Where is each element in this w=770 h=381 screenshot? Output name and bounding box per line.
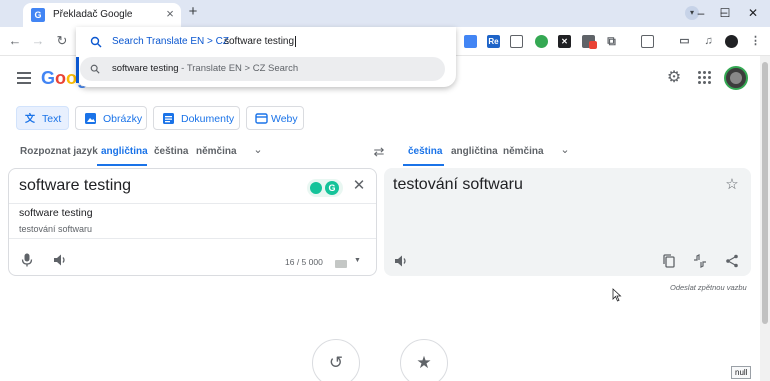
lang-source-english[interactable]: angličtina (101, 146, 148, 157)
extension-x-icon[interactable]: ✕ (558, 35, 571, 48)
save-translation-star-icon[interactable]: ☆ (725, 177, 739, 192)
source-lang-underline (97, 164, 147, 166)
microphone-icon[interactable] (21, 253, 33, 267)
send-feedback-link[interactable]: Odeslat zpětnou vazbu (670, 283, 747, 292)
back-arrow-icon[interactable]: ← (7, 33, 23, 49)
history-icon: ↺ (328, 353, 344, 372)
copy-icon[interactable] (662, 254, 676, 268)
settings-gear-icon[interactable]: ⚙ (666, 70, 682, 86)
document-icon (163, 113, 174, 124)
history-button[interactable]: ↺ (312, 339, 360, 381)
grammarly-widget[interactable]: G (307, 179, 343, 197)
keyboard-chevron-icon[interactable]: ▼ (354, 257, 361, 264)
reload-icon[interactable]: ↻ (54, 33, 70, 49)
mode-images-label: Obrázky (103, 113, 143, 125)
website-icon (255, 113, 268, 124)
lang-source-czech[interactable]: čeština (154, 146, 188, 157)
omnibox-input[interactable]: software testing (224, 36, 297, 47)
extension-re-icon[interactable]: Re (487, 35, 500, 48)
grammarly-bulb-icon (310, 182, 322, 194)
extension-window-icon[interactable] (510, 35, 523, 48)
grammarly-icon: G (325, 181, 339, 195)
target-speaker-icon[interactable] (394, 254, 408, 268)
mode-text-label: Text (42, 113, 62, 125)
saved-button[interactable]: ★ (400, 339, 448, 381)
mode-documents-button[interactable]: Dokumenty (153, 106, 240, 130)
logo-letter: o (55, 68, 67, 88)
mouse-cursor-icon (612, 288, 622, 302)
omnibox-keyword-chip: Search Translate EN > CZ (112, 36, 229, 47)
lang-target-english[interactable]: angličtina (451, 146, 498, 157)
svg-text:文: 文 (25, 112, 36, 125)
omnibox-search-icon (90, 36, 102, 48)
suggestion-search-icon (90, 64, 100, 74)
record-badge-icon (589, 41, 597, 49)
character-count: 16 / 5 000 (285, 257, 323, 267)
source-speaker-icon[interactable] (53, 253, 67, 267)
browser-window: G Překladač Google × + ▾ – – ☐ ✕ ← → ↻ R… (0, 0, 770, 381)
tab-title: Překladač Google (53, 9, 133, 20)
source-suggestion[interactable]: software testing testování softwaru (9, 203, 376, 239)
mode-websites-button[interactable]: Weby (246, 106, 304, 130)
translate-icon: 文 (25, 112, 36, 125)
window-close-icon[interactable]: ✕ (745, 5, 761, 21)
source-lang-chevron-down-icon[interactable]: ⌄ (252, 144, 264, 156)
extension-green-icon[interactable] (535, 35, 548, 48)
google-apps-icon[interactable] (698, 71, 712, 85)
target-lang-chevron-down-icon[interactable]: ⌄ (559, 144, 571, 156)
reading-list-icon[interactable] (641, 35, 654, 48)
lang-target-czech[interactable]: čeština (408, 146, 442, 157)
translation-output: testování softwaru (393, 176, 523, 193)
omnibox-selection-accent (76, 57, 79, 83)
cast-icon[interactable]: ▭ (678, 35, 691, 48)
source-textarea[interactable]: software testing (19, 177, 131, 195)
main-menu-icon[interactable] (17, 72, 31, 84)
suggestion-source-text: software testing (19, 207, 93, 219)
tab-close-icon[interactable]: × (163, 7, 177, 21)
null-badge: null (731, 366, 752, 379)
lang-target-german[interactable]: němčina (503, 146, 544, 157)
tab-strip: G Překladač Google × + ▾ – (0, 0, 770, 27)
window-minimize-icon[interactable]: – (693, 5, 709, 21)
share-icon[interactable] (725, 254, 739, 268)
browser-menu-icon[interactable]: ⋮ (749, 35, 762, 48)
extension-grid-icon[interactable] (464, 35, 477, 48)
suggestion-translation-text: testování softwaru (19, 224, 93, 234)
source-panel: software testing G ✕ software testing te… (8, 168, 377, 276)
extensions-puzzle-icon[interactable]: ⧉ (605, 35, 618, 48)
suggestion-main: software testing (112, 63, 179, 74)
lang-detect[interactable]: Rozpoznat jazyk (20, 146, 98, 157)
image-icon (85, 113, 96, 124)
translate-favicon-icon: G (31, 8, 45, 22)
new-tab-button[interactable]: + (185, 4, 201, 20)
star-icon: ★ (416, 353, 432, 372)
mode-websites-label: Weby (271, 113, 298, 125)
lang-source-german[interactable]: němčina (196, 146, 237, 157)
window-maximize-icon[interactable]: ☐ (717, 5, 733, 21)
media-control-icon[interactable]: ♫ (702, 35, 715, 48)
account-avatar[interactable] (724, 66, 748, 90)
forward-arrow-icon[interactable]: → (30, 33, 46, 49)
browser-tab[interactable]: G Překladač Google × (23, 3, 181, 27)
rate-translation-icon[interactable] (693, 254, 707, 268)
clear-source-icon[interactable]: ✕ (352, 178, 366, 193)
mode-text-button[interactable]: 文 Text (16, 106, 69, 130)
suggestion-sub: - Translate EN > CZ Search (178, 63, 299, 74)
logo-letter: G (41, 68, 56, 88)
omnibox-suggestion[interactable]: software testing - Translate EN > CZ Sea… (80, 57, 445, 81)
profile-avatar-icon[interactable] (725, 35, 738, 48)
target-lang-underline (403, 164, 444, 166)
mode-images-button[interactable]: Obrázky (75, 106, 147, 130)
suggestion-text: software testing - Translate EN > CZ Sea… (112, 63, 298, 74)
scrollbar-thumb[interactable] (762, 62, 768, 324)
target-panel: testování softwaru ☆ (384, 168, 751, 276)
omnibox-dropdown: Search Translate EN > CZ software testin… (76, 27, 456, 87)
keyboard-icon[interactable] (335, 260, 347, 268)
mode-documents-label: Dokumenty (181, 113, 235, 125)
swap-languages-icon[interactable]: ⇄ (372, 145, 386, 159)
